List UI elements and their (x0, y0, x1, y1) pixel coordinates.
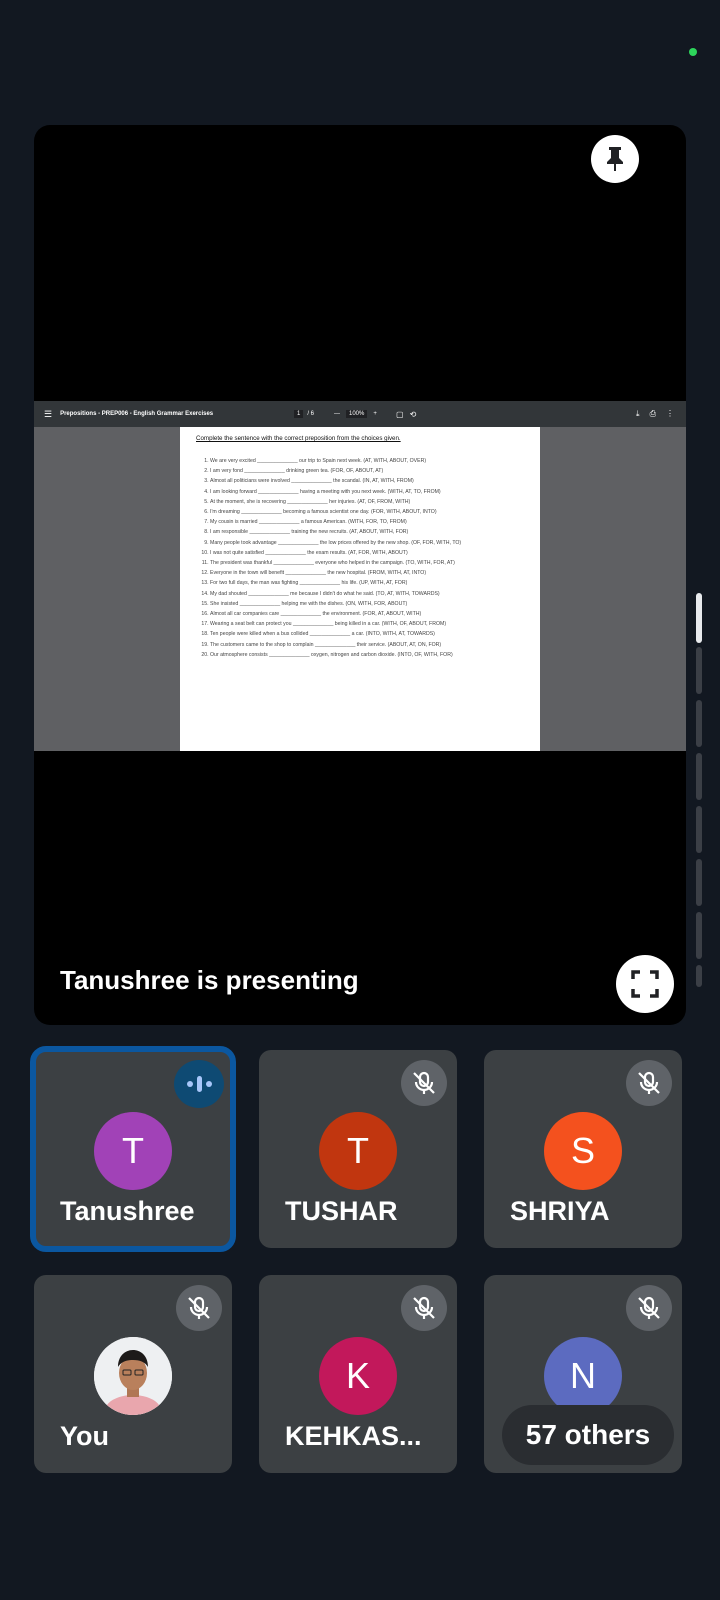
pdf-title: Prepositions - PREP006 - English Grammar… (60, 411, 214, 417)
exercise-item: I am responsible ______________ training… (210, 527, 540, 537)
page-total: / 6 (307, 411, 315, 417)
pdf-page: Complete the sentence with the correct p… (180, 427, 540, 751)
pdf-viewer: ☰ Prepositions - PREP006 - English Gramm… (34, 401, 686, 751)
zoom-out-button[interactable]: — (334, 411, 340, 417)
participant-tile-shriya[interactable]: S SHRIYA (484, 1050, 682, 1248)
exercise-item: Many people took advantage _____________… (210, 538, 540, 548)
participant-name: KEHKAS... (285, 1421, 422, 1451)
mic-muted-indicator (176, 1285, 222, 1331)
exercise-item: Our atmosphere consists ______________ o… (210, 650, 540, 660)
zoom-level[interactable]: 100% (346, 410, 368, 418)
audio-wave-icon (187, 1076, 212, 1092)
connection-indicator (689, 48, 697, 56)
page-indicator: 1 / 6 (294, 410, 314, 418)
menu-icon[interactable]: ☰ (44, 409, 52, 420)
exercise-item: Everyone in the town will benefit ______… (210, 568, 540, 578)
others-count-chip[interactable]: 57 others (502, 1405, 674, 1465)
exercise-item: We are very excited ______________ our t… (210, 456, 540, 466)
mic-muted-indicator (626, 1060, 672, 1106)
participant-name: You (60, 1421, 109, 1451)
participant-tile-others[interactable]: N 57 others (484, 1275, 682, 1473)
avatar-photo (94, 1337, 172, 1415)
pdf-toolbar: ☰ Prepositions - PREP006 - English Gramm… (34, 401, 686, 427)
avatar: K (319, 1337, 397, 1415)
exercise-item: Wearing a seat belt can protect you ____… (210, 619, 540, 629)
exercise-list: We are very excited ______________ our t… (180, 456, 540, 660)
fullscreen-button[interactable] (616, 955, 674, 1013)
exercise-item: I'm dreaming ______________ becoming a f… (210, 507, 540, 517)
exercise-item: I am very fond ______________ drinking g… (210, 466, 540, 476)
exercise-item: She insisted ______________ helping me w… (210, 599, 540, 609)
avatar: S (544, 1112, 622, 1190)
participant-tile-you[interactable]: You (34, 1275, 232, 1473)
pin-icon (607, 147, 623, 171)
fullscreen-icon (631, 970, 659, 998)
print-icon[interactable]: ⎙ (650, 409, 656, 419)
participant-tile-tanushree[interactable]: T Tanushree (30, 1046, 236, 1252)
mic-muted-indicator (401, 1060, 447, 1106)
exercise-item: I am looking forward ______________ havi… (210, 487, 540, 497)
presentation-stage: ☰ Prepositions - PREP006 - English Gramm… (34, 125, 686, 1025)
toolbar-actions: ⤓ ⎙ ⋮ (636, 409, 674, 419)
view-tools: ▢ ⟲ (396, 410, 416, 419)
exercise-item: My cousin is married ______________ a fa… (210, 517, 540, 527)
download-icon[interactable]: ⤓ (636, 409, 640, 419)
mic-off-icon (413, 1071, 435, 1094)
zoom-controls: — 100% + (334, 410, 377, 418)
speaking-indicator (174, 1060, 224, 1108)
zoom-in-button[interactable]: + (373, 411, 377, 417)
participant-name: SHRIYA (510, 1196, 610, 1226)
mic-off-icon (188, 1296, 210, 1319)
participant-name: Tanushree (60, 1196, 195, 1226)
exercise-item: For two full days, the man was fighting … (210, 578, 540, 588)
mic-off-icon (413, 1296, 435, 1319)
participant-tile-tushar[interactable]: T TUSHAR (259, 1050, 457, 1248)
more-options-icon[interactable]: ⋮ (666, 409, 674, 419)
mic-off-icon (638, 1296, 660, 1319)
avatar: N (544, 1337, 622, 1415)
rotate-icon[interactable]: ⟲ (410, 410, 417, 419)
exercise-item: I was not quite satisfied ______________… (210, 548, 540, 558)
exercise-item: My dad shouted ______________ me because… (210, 589, 540, 599)
exercise-item: Almost all politicians were involved ___… (210, 476, 540, 486)
user-photo-icon (94, 1337, 172, 1415)
fit-page-icon[interactable]: ▢ (396, 410, 404, 419)
avatar: T (94, 1112, 172, 1190)
avatar: T (319, 1112, 397, 1190)
page-current[interactable]: 1 (294, 410, 304, 418)
participant-name: TUSHAR (285, 1196, 398, 1226)
exercise-item: The president was thankful _____________… (210, 558, 540, 568)
mic-muted-indicator (401, 1285, 447, 1331)
participant-tile-kehkas[interactable]: K KEHKAS... (259, 1275, 457, 1473)
pin-button[interactable] (591, 135, 639, 183)
mic-off-icon (638, 1071, 660, 1094)
exercise-item: Almost all car companies care __________… (210, 609, 540, 619)
mic-muted-indicator (626, 1285, 672, 1331)
exercise-item: Ten people were killed when a bus collid… (210, 629, 540, 639)
exercise-heading: Complete the sentence with the correct p… (196, 435, 401, 442)
exercise-item: The customers came to the shop to compla… (210, 640, 540, 650)
exercise-item: At the moment, she is recovering _______… (210, 497, 540, 507)
presenter-label: Tanushree is presenting (60, 965, 359, 995)
